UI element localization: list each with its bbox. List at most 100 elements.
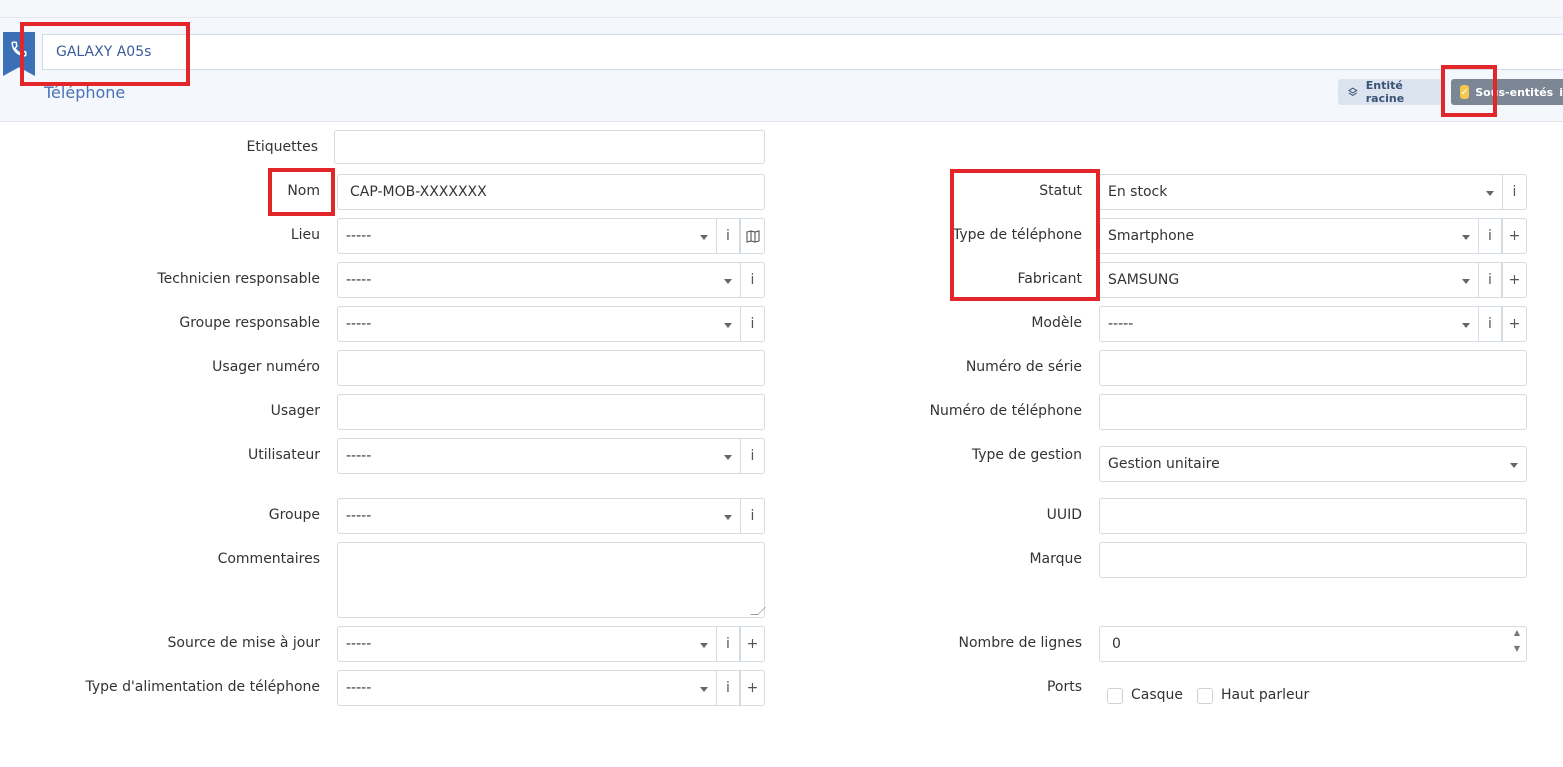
modele-value: -----	[1108, 316, 1134, 332]
label-uuid: UUID	[1046, 507, 1082, 523]
alimentation-info-button[interactable]: i	[716, 670, 740, 706]
statut-value: En stock	[1108, 184, 1168, 200]
source-maj-add-button[interactable]: +	[740, 626, 765, 662]
top-strip	[0, 0, 1563, 18]
nom-field[interactable]: CAP-MOB-XXXXXXX	[337, 174, 765, 210]
source-maj-select[interactable]: -----	[337, 626, 717, 662]
label-alimentation: Type d'alimentation de téléphone	[85, 679, 320, 695]
groupe-resp-info-button[interactable]: i	[740, 306, 765, 342]
label-ports: Ports	[1046, 679, 1082, 695]
label-type-tel: Type de téléphone	[953, 227, 1082, 243]
sub-entities-toggle[interactable]: ✓ Sous-entités i	[1451, 79, 1563, 105]
info-icon: i	[726, 636, 730, 652]
spin-down-icon[interactable]: ▼	[1514, 632, 1520, 661]
info-icon: i	[1488, 272, 1492, 288]
num-tel-field[interactable]	[1099, 394, 1527, 430]
groupe-resp-select[interactable]: -----	[337, 306, 741, 342]
chevron-down-icon	[724, 279, 732, 284]
chevron-down-icon	[1462, 323, 1470, 328]
label-num-serie: Numéro de série	[965, 359, 1082, 375]
etiquettes-field[interactable]	[334, 130, 765, 164]
marque-field[interactable]	[1099, 542, 1527, 578]
root-entity-button[interactable]: Entité racine	[1338, 79, 1443, 105]
utilisateur-select[interactable]: -----	[337, 438, 741, 474]
lieu-info-button[interactable]: i	[716, 218, 740, 254]
label-modele: Modèle	[1031, 315, 1082, 331]
info-icon: i	[726, 228, 730, 244]
type-gestion-value: Gestion unitaire	[1108, 456, 1220, 472]
label-usager-numero: Usager numéro	[212, 359, 320, 375]
info-icon: i	[726, 680, 730, 696]
commentaires-textarea[interactable]	[337, 542, 766, 618]
plus-icon: +	[1508, 228, 1521, 244]
type-gestion-select[interactable]: Gestion unitaire	[1099, 446, 1527, 482]
statut-select[interactable]: En stock	[1099, 174, 1503, 210]
modele-select[interactable]: -----	[1099, 306, 1479, 342]
type-tel-info-button[interactable]: i	[1478, 218, 1502, 254]
type-tel-select[interactable]: Smartphone	[1099, 218, 1479, 254]
technicien-info-button[interactable]: i	[740, 262, 765, 298]
nb-lignes-value: 0	[1112, 636, 1121, 652]
utilisateur-info-button[interactable]: i	[740, 438, 765, 474]
type-tel-value: Smartphone	[1108, 228, 1195, 244]
label-nb-lignes: Nombre de lignes	[958, 635, 1082, 651]
lieu-value: -----	[346, 228, 372, 244]
check-icon: ✓	[1460, 85, 1470, 99]
phone-icon	[3, 32, 35, 76]
info-icon: i	[1488, 316, 1492, 332]
alimentation-select[interactable]: -----	[337, 670, 717, 706]
haut-parleur-checkbox[interactable]	[1197, 688, 1213, 704]
root-entity-label: Entité racine	[1365, 79, 1405, 105]
label-marque: Marque	[1029, 551, 1082, 567]
plus-icon: +	[746, 636, 759, 652]
label-statut: Statut	[1039, 183, 1082, 199]
modele-info-button[interactable]: i	[1478, 306, 1502, 342]
groupe-info-button[interactable]: i	[740, 498, 765, 534]
info-icon: i	[1488, 228, 1492, 244]
plus-icon: +	[1508, 316, 1521, 332]
sub-entities-label: Sous-entités	[1475, 85, 1554, 99]
chevron-down-icon	[1486, 191, 1494, 196]
statut-info-button[interactable]: i	[1502, 174, 1527, 210]
groupe-resp-value: -----	[346, 316, 372, 332]
fabricant-add-button[interactable]: +	[1502, 262, 1527, 298]
item-type-title: Téléphone	[44, 83, 126, 102]
source-maj-info-button[interactable]: i	[716, 626, 740, 662]
fabricant-value: SAMSUNG	[1108, 272, 1180, 288]
info-icon: i	[750, 272, 755, 288]
nb-lignes-field[interactable]: 0 ▲ ▼	[1099, 626, 1527, 662]
uuid-field[interactable]	[1099, 498, 1527, 534]
info-icon: i	[750, 316, 755, 332]
chevron-down-icon	[724, 455, 732, 460]
label-fabricant: Fabricant	[1017, 271, 1082, 287]
resize-handle-icon[interactable]	[750, 607, 766, 615]
alimentation-value: -----	[346, 680, 372, 696]
chevron-down-icon	[1510, 463, 1518, 468]
usager-numero-field[interactable]	[337, 350, 765, 386]
fabricant-info-button[interactable]: i	[1478, 262, 1502, 298]
layers-icon	[1348, 87, 1358, 96]
num-serie-field[interactable]	[1099, 350, 1527, 386]
chevron-down-icon	[724, 323, 732, 328]
label-nom: Nom	[287, 183, 320, 199]
info-icon: i	[750, 508, 755, 524]
fabricant-select[interactable]: SAMSUNG	[1099, 262, 1479, 298]
usager-field[interactable]	[337, 394, 765, 430]
info-icon: i	[1512, 184, 1517, 200]
label-lieu: Lieu	[290, 227, 320, 243]
lieu-map-button[interactable]	[740, 218, 765, 254]
label-technicien: Technicien responsable	[157, 271, 320, 287]
casque-checkbox[interactable]	[1107, 688, 1123, 704]
haut-parleur-label: Haut parleur	[1221, 687, 1310, 703]
technicien-select[interactable]: -----	[337, 262, 741, 298]
label-etiquettes: Etiquettes	[246, 139, 318, 155]
item-name-input[interactable]: GALAXY A05s	[42, 34, 1563, 70]
technicien-value: -----	[346, 272, 372, 288]
groupe-select[interactable]: -----	[337, 498, 741, 534]
chevron-down-icon	[1462, 235, 1470, 240]
lieu-select[interactable]: -----	[337, 218, 717, 254]
modele-add-button[interactable]: +	[1502, 306, 1527, 342]
alimentation-add-button[interactable]: +	[740, 670, 765, 706]
type-tel-add-button[interactable]: +	[1502, 218, 1527, 254]
label-usager: Usager	[270, 403, 320, 419]
